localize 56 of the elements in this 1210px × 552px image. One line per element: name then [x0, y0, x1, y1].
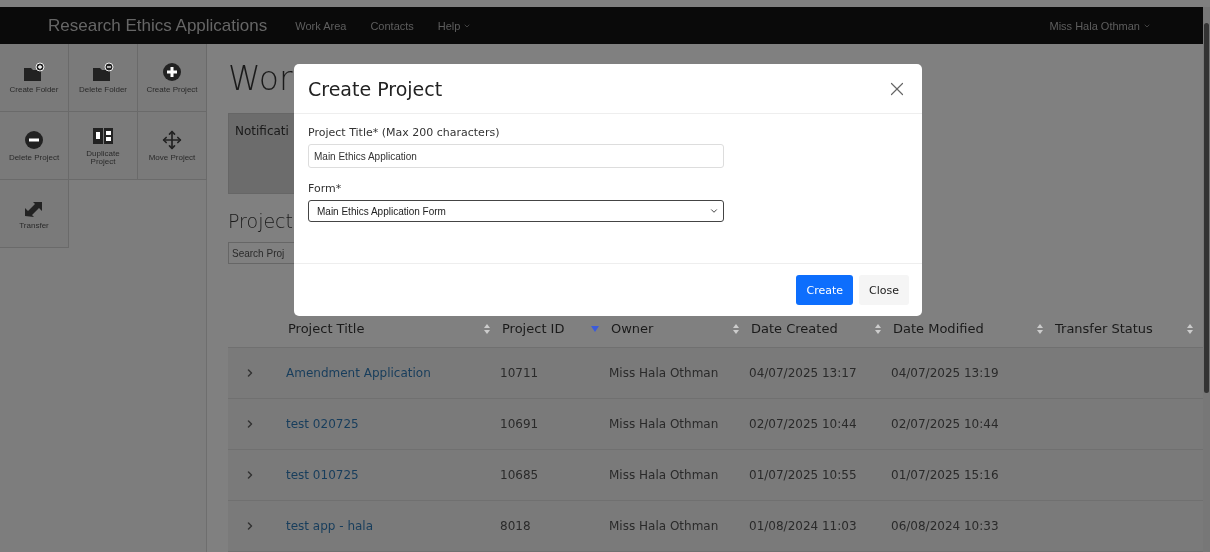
table-cell-text: 04/07/2025 13:17: [749, 366, 858, 380]
plus-circle-icon: [161, 61, 183, 82]
toolbar-button[interactable]: Move Project: [138, 112, 207, 180]
table-cell-text: Miss Hala Othman: [609, 468, 720, 482]
column-header[interactable]: Date Modified: [891, 321, 1053, 336]
column-header[interactable]: Owner: [609, 321, 749, 336]
input-field[interactable]: Main Ethics Application: [308, 144, 724, 168]
table-cell-text: 01/08/2024 11:03: [749, 519, 858, 533]
panel-title: Notificati: [235, 123, 289, 138]
close-button[interactable]: Close: [859, 275, 909, 305]
dialog-title: Create Project: [308, 77, 443, 100]
project-link[interactable]: test 020725: [286, 417, 500, 431]
nav-link[interactable]: Help: [437, 19, 472, 32]
table-cell-text: 06/08/2024 10:33: [891, 519, 1000, 533]
table-cell-text: 01/07/2025 10:55: [749, 468, 858, 482]
project-link[interactable]: test app - hala: [286, 519, 500, 533]
column-header[interactable]: Project ID: [500, 321, 609, 336]
select-field[interactable]: Main Ethics Application Form: [308, 200, 724, 222]
move-icon: [162, 129, 182, 150]
table-cell-text: 02/07/2025 10:44: [749, 417, 858, 431]
table-cell-text: 10685: [500, 468, 540, 482]
table-cell-text: Miss Hala Othman: [609, 417, 720, 431]
table-cell-text: 02/07/2025 10:44: [891, 417, 1000, 431]
column-header[interactable]: Date Created: [749, 321, 891, 336]
column-header[interactable]: Transfer Status: [1053, 321, 1203, 336]
minus-circle-icon: [23, 129, 45, 150]
toolbar-button[interactable]: Create Folder: [0, 44, 69, 112]
toolbar-button[interactable]: Create Project: [138, 44, 207, 112]
project-link[interactable]: test 010725: [286, 468, 500, 482]
nav-link[interactable]: Contacts: [370, 19, 414, 32]
folder-icon: [92, 61, 114, 82]
table-cell-text: 8018: [500, 519, 532, 533]
toolbar-button[interactable]: Duplicate Project: [69, 112, 138, 180]
toolbar-button[interactable]: Transfer: [0, 180, 69, 248]
folder-icon: [23, 61, 45, 82]
toolbar-button[interactable]: Delete Folder: [69, 44, 138, 112]
section-title: Project: [228, 210, 293, 233]
create-button[interactable]: Create: [796, 275, 854, 305]
column-header[interactable]: Project Title: [286, 321, 500, 336]
table-cell-text: Miss Hala Othman: [609, 519, 720, 533]
toolbar-button[interactable]: Delete Project: [0, 112, 69, 180]
table-cell-text: 10711: [500, 366, 540, 380]
app-title[interactable]: Research Ethics Applications: [48, 15, 268, 36]
table-cell-text: 04/07/2025 13:19: [891, 366, 1000, 380]
page-title: Wor: [228, 58, 293, 100]
table-cell-text: Miss Hala Othman: [609, 366, 720, 380]
nav-link[interactable]: Work Area: [295, 19, 347, 32]
duplicate-icon: [92, 125, 114, 146]
scrollbar[interactable]: [1203, 7, 1210, 552]
user-menu[interactable]: Miss Hala Othman: [1049, 19, 1151, 32]
table-cell-text: 10691: [500, 417, 540, 431]
chevron-down-icon: [709, 206, 719, 216]
table-cell-text: 01/07/2025 15:16: [891, 468, 1000, 482]
project-link[interactable]: Amendment Application: [286, 366, 500, 380]
field-label: Form*: [308, 182, 343, 195]
field-label: Project Title* (Max 200 characters): [308, 126, 501, 139]
